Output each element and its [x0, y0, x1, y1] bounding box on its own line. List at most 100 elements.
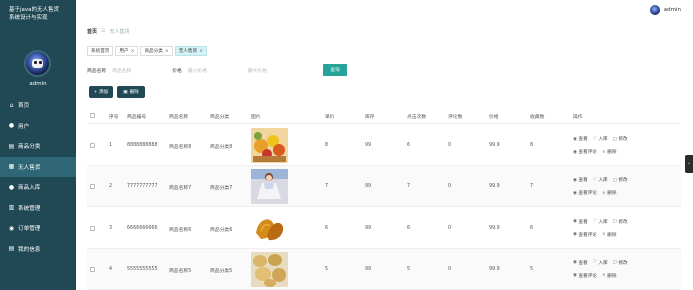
- table-cell-comments: 0: [448, 266, 452, 272]
- row-delete-button[interactable]: × 删除: [602, 273, 617, 279]
- row-delete-button[interactable]: × 删除: [601, 149, 617, 156]
- sidebar-username: admin: [29, 81, 47, 87]
- table-cell-category: 商品分类7: [210, 186, 233, 192]
- table-cell-code: 6666666666: [127, 225, 158, 231]
- stock-in-icon: ●: [8, 183, 15, 191]
- edit-button[interactable]: ▢ 修改: [612, 136, 628, 143]
- close-icon[interactable]: ×: [131, 49, 135, 54]
- sidebar-item-0[interactable]: ⌂ 首页: [0, 95, 76, 116]
- sidebar: 基于java的无人售货 系统设计与实现 admin ⌂ 首页 ● 用户 ▤ 商品分类 ▦ 无人…: [0, 0, 76, 290]
- view-review-button[interactable]: ◉ 查看评论: [573, 273, 597, 279]
- stock-in-button[interactable]: ♡ 入库: [593, 177, 608, 184]
- edit-icon: ▢: [612, 177, 617, 183]
- avatar[interactable]: [24, 50, 51, 77]
- row-delete-button[interactable]: × 删除: [602, 190, 617, 197]
- row-delete-button[interactable]: × 删除: [602, 232, 617, 238]
- sidebar-item-6[interactable]: ◉ 订单管理: [0, 218, 76, 239]
- sidebar-item-label: 商品入库: [18, 185, 41, 192]
- category-icon: ▤: [8, 142, 15, 150]
- table-cell-name: 商品名称5: [169, 268, 192, 274]
- edit-button[interactable]: ▢ 修改: [612, 177, 628, 184]
- close-icon[interactable]: ×: [199, 49, 203, 54]
- sidebar-item-3[interactable]: ▦ 无人售货: [0, 156, 76, 177]
- column-header: 商品名称: [169, 115, 189, 120]
- close-icon: ×: [601, 149, 606, 155]
- view-button[interactable]: ◉ 查看: [573, 219, 588, 225]
- view-button[interactable]: ◉ 查看: [573, 177, 588, 184]
- sidebar-menu: ⌂ 首页 ● 用户 ▤ 商品分类 ▦ 无人售货 ● 商品入库 ▥ 系统管理 ◉ 订单管理 ▤ 我的信息: [0, 95, 76, 259]
- row-checkbox[interactable]: [90, 184, 95, 190]
- sidebar-item-7[interactable]: ▤ 我的信息: [0, 239, 76, 260]
- table-row[interactable]: 3 6666666666 商品名称6 商品分类6 6 99 6 0 99.9 6 ◉ 查看 ♡ 入库 ▢ 修改…: [87, 208, 681, 249]
- view-button[interactable]: ◉ 查看: [573, 260, 588, 266]
- row-checkbox[interactable]: [90, 225, 95, 231]
- price-label: 价格: [172, 68, 182, 74]
- table-cell-code: 7777777777: [127, 184, 158, 190]
- row-checkbox[interactable]: [90, 266, 95, 272]
- column-header: 收藏数: [530, 115, 545, 120]
- table-cell-clicks: 6: [407, 225, 411, 231]
- view-button[interactable]: ◉ 查看: [573, 136, 588, 143]
- edit-button[interactable]: ▢ 修改: [613, 260, 628, 266]
- table-cell-stock: 99: [365, 225, 372, 231]
- tab-3[interactable]: 无人售货 ×: [174, 46, 207, 56]
- table-cell-category: 商品分类8: [210, 145, 233, 150]
- stock-in-button[interactable]: ♡ 入库: [593, 260, 608, 266]
- table-row[interactable]: 2 7777777777 商品名称7 商品分类7 7 99 7 0 99.9 7 ◉ 查看 ♡ 入库 ▢ 修改…: [87, 166, 681, 208]
- tabs-bar: 系统首页 用户 × 商品分类 × 无人售货 ×: [87, 46, 209, 57]
- order-icon: ◉: [8, 224, 15, 232]
- table-cell-price: 99.9: [489, 225, 500, 231]
- column-header: 操作: [573, 115, 583, 120]
- edit-icon: ▢: [612, 219, 617, 225]
- sidebar-item-4[interactable]: ● 商品入库: [0, 177, 76, 198]
- close-icon[interactable]: ×: [165, 49, 169, 54]
- search-button[interactable]: 查询: [323, 64, 347, 76]
- tab-0[interactable]: 系统首页: [87, 46, 114, 56]
- breadcrumb-home[interactable]: 首页: [87, 28, 97, 35]
- search-form: 商品名称 商品名称 价格 最小价格 最大价格: [87, 64, 300, 76]
- collapse-toggle-icon[interactable]: ‹: [685, 155, 693, 173]
- table-cell-clicks: 5: [407, 266, 411, 272]
- stock-in-button[interactable]: ♡ 入库: [593, 136, 608, 143]
- table-row[interactable]: 1 8888888888 商品名称8 商品分类8 8 99 6 0 99.9 8 ◉ 查看 ♡ 入库 ▢ 修改…: [87, 125, 681, 166]
- table-row[interactable]: 4 5555555555 商品名称5 商品分类5 5 99 5 0 99.9 5 ◉ 查看 ♡ 入库 ▢ 修改…: [87, 248, 681, 290]
- sidebar-item-label: 用户: [18, 123, 30, 130]
- name-input[interactable]: 商品名称: [112, 67, 164, 74]
- table-cell-comments: 0: [448, 143, 452, 148]
- add-button[interactable]: + 添加: [89, 86, 113, 98]
- table-cell-favorites: 7: [530, 184, 534, 190]
- user-icon: ●: [8, 122, 15, 130]
- eye-icon: ◉: [573, 219, 578, 225]
- eye-icon: ◉: [573, 190, 578, 196]
- row-checkbox[interactable]: [90, 143, 95, 148]
- vending-icon: ▦: [8, 163, 15, 171]
- table-cell-idx: 3: [109, 225, 113, 231]
- edit-button[interactable]: ▢ 修改: [613, 219, 628, 225]
- top-username: admin: [663, 7, 681, 13]
- sidebar-item-5[interactable]: ▥ 系统管理: [0, 198, 76, 219]
- max-price-input[interactable]: 最大价格: [248, 67, 300, 74]
- system-icon: ▥: [8, 204, 15, 212]
- table-cell-favorites: 6: [530, 225, 534, 231]
- delete-button[interactable]: ▣ 删除: [117, 86, 145, 98]
- tab-2[interactable]: 商品分类 ×: [140, 46, 173, 56]
- tab-1[interactable]: 用户 ×: [115, 46, 139, 56]
- stock-in-button[interactable]: ♡ 入库: [593, 219, 608, 225]
- user-menu[interactable]: admin: [649, 5, 681, 15]
- table-cell-category: 商品分类5: [210, 268, 233, 274]
- table-cell-price: 99.9: [489, 266, 500, 272]
- select-all-checkbox[interactable]: [90, 113, 95, 118]
- min-price-input[interactable]: 最小价格: [188, 67, 240, 74]
- view-review-button[interactable]: ◉ 查看评论: [573, 190, 597, 197]
- view-review-button[interactable]: ◉ 查看评论: [573, 149, 597, 156]
- sidebar-item-2[interactable]: ▤ 商品分类: [0, 136, 76, 157]
- eye-icon: ◉: [573, 149, 578, 155]
- app-title: 基于java的无人售货 系统设计与实现: [9, 7, 60, 21]
- fruit-basket-image: [251, 128, 288, 163]
- column-header: 图片: [251, 115, 261, 120]
- view-review-button[interactable]: ◉ 查看评论: [573, 232, 597, 238]
- sidebar-item-1[interactable]: ● 用户: [0, 116, 76, 137]
- table-cell-stock: 99: [365, 143, 372, 148]
- heart-icon: ♡: [592, 219, 597, 225]
- edit-icon: ▢: [612, 136, 617, 142]
